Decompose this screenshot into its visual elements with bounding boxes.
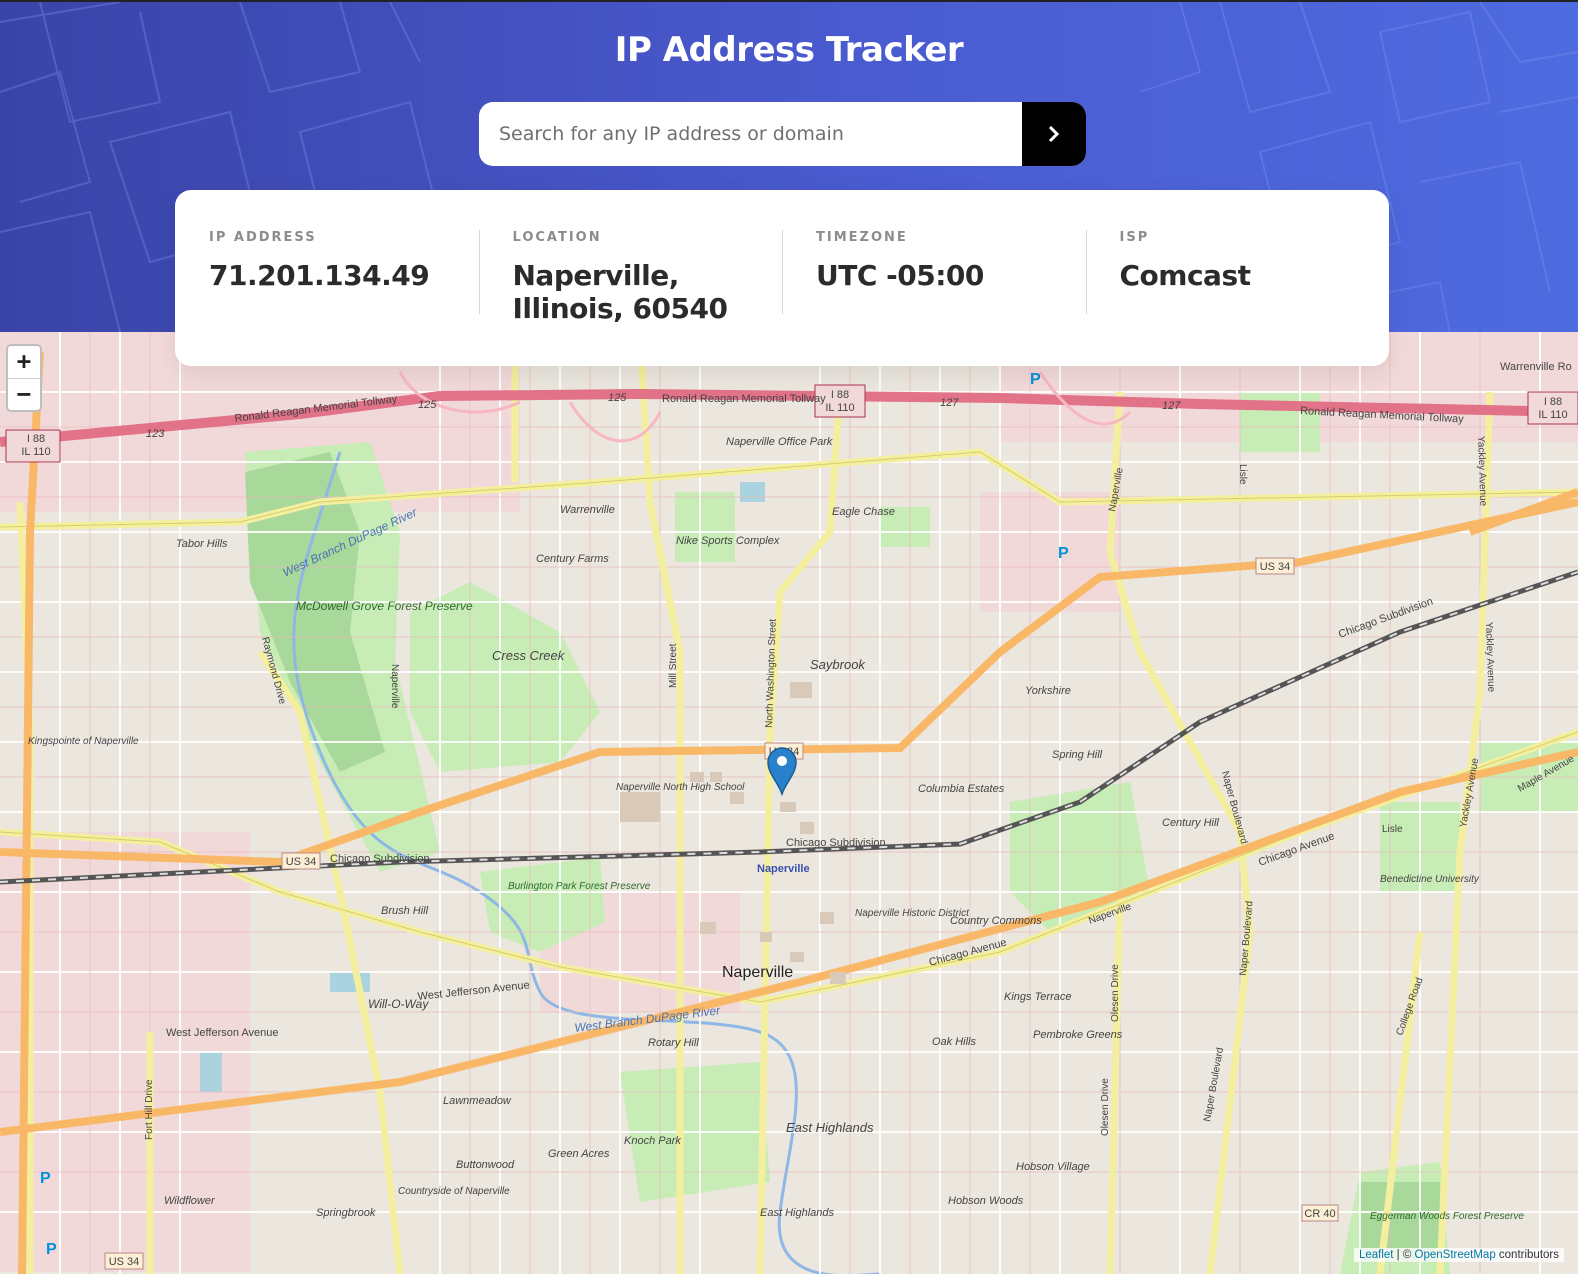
shield-cr40: CR 40 <box>1304 1208 1335 1220</box>
map-attribution: Leaflet | © OpenStreetMap contributors <box>1353 1248 1564 1262</box>
chevron-right-icon <box>1048 125 1060 143</box>
parking-icon: P <box>46 1241 57 1258</box>
label-naperville-road: Naperville <box>389 664 400 709</box>
label-yorkshire: Yorkshire <box>1025 685 1071 697</box>
map-view[interactable]: I 88 IL 110 I 88 IL 110 I 88 IL 110 US 3… <box>0 332 1578 1274</box>
label-lawnmeadow: Lawnmeadow <box>443 1095 512 1107</box>
parking-icon: P <box>1030 371 1041 388</box>
label-exit-127a: 127 <box>940 397 959 409</box>
openstreetmap-link[interactable]: OpenStreetMap <box>1415 1249 1496 1261</box>
label-century-farms: Century Farms <box>536 553 609 565</box>
zoom-control: + − <box>6 344 42 412</box>
label-lisle-north: Lisle <box>1237 464 1248 485</box>
label-brush-hill: Brush Hill <box>381 905 429 917</box>
search-input[interactable] <box>479 102 1022 166</box>
label-cress-creek: Cress Creek <box>492 648 566 663</box>
attribution-tail: contributors <box>1495 1249 1559 1261</box>
timezone-section: TIMEZONE UTC -05:00 <box>782 230 1086 366</box>
label-east-highlands: East Highlands <box>786 1120 874 1135</box>
label-eagle-chase: Eagle Chase <box>832 506 895 518</box>
label-country-commons: Country Commons <box>950 915 1042 927</box>
ip-address-value: 71.201.134.49 <box>209 259 430 292</box>
search-bar <box>479 102 1086 166</box>
shield-il110-center: IL 110 <box>825 402 854 414</box>
label-will-o-way: Will-O-Way <box>368 997 429 1011</box>
label-hobson-village: Hobson Village <box>1016 1161 1090 1173</box>
ip-info-card: IP ADDRESS 71.201.134.49 LOCATION Naperv… <box>175 190 1389 366</box>
label-mill-street: Mill Street <box>668 643 679 688</box>
location-label: LOCATION <box>512 230 602 245</box>
label-rotary-hill: Rotary Hill <box>648 1037 699 1049</box>
label-pembroke: Pembroke Greens <box>1033 1029 1123 1041</box>
leaflet-link[interactable]: Leaflet <box>1359 1249 1394 1261</box>
shield-us34-south: US 34 <box>109 1256 140 1268</box>
label-tollway-center: Ronald Reagan Memorial Tollway <box>662 393 826 405</box>
attribution-separator: | © <box>1393 1249 1415 1261</box>
label-countryside: Countryside of Naperville <box>398 1186 510 1197</box>
label-springbrook: Springbrook <box>316 1207 376 1219</box>
location-city: Naperville, <box>512 259 680 292</box>
label-buttonwood: Buttonwood <box>456 1159 515 1171</box>
label-warrenville-road: Warrenville Ro <box>1500 361 1572 373</box>
shield-us34-west: US 34 <box>286 856 317 868</box>
label-lisle: Lisle <box>1382 824 1403 835</box>
shield-i88-center: I 88 <box>831 389 849 401</box>
label-east-highlands-south: East Highlands <box>760 1207 834 1219</box>
label-century-hill: Century Hill <box>1162 817 1219 829</box>
label-oak-hills: Oak Hills <box>932 1036 977 1048</box>
label-burlington: Burlington Park Forest Preserve <box>508 881 651 892</box>
page-title: IP Address Tracker <box>614 30 964 70</box>
label-mcdowell: McDowell Grove Forest Preserve <box>296 599 473 613</box>
ip-address-section: IP ADDRESS 71.201.134.49 <box>175 230 479 366</box>
label-green-acres: Green Acres <box>548 1148 610 1160</box>
isp-label: ISP <box>1119 230 1150 245</box>
timezone-label: TIMEZONE <box>816 230 908 245</box>
label-office-park: Naperville Office Park <box>726 436 833 448</box>
ip-address-label: IP ADDRESS <box>209 230 317 245</box>
label-benedictine: Benedictine University <box>1380 874 1480 885</box>
location-value: Naperville, Illinois, 60540 <box>513 259 749 325</box>
parking-icon: P <box>40 1170 51 1187</box>
label-warrenville: Warrenville <box>560 504 615 516</box>
label-olesen-north: Olesen Drive <box>1110 964 1121 1022</box>
label-kings-terrace: Kings Terrace <box>1004 991 1071 1003</box>
label-exit-127b: 127 <box>1162 400 1181 412</box>
label-eggerman: Eggerman Woods Forest Preserve <box>1370 1211 1524 1222</box>
label-columbia-estates: Columbia Estates <box>918 783 1005 795</box>
map-tiles: I 88 IL 110 I 88 IL 110 I 88 IL 110 US 3… <box>0 332 1578 1274</box>
label-fort-hill: Fort Hill Drive <box>144 1079 155 1140</box>
label-exit-125a: 125 <box>418 399 437 411</box>
label-nike-sports: Nike Sports Complex <box>676 535 780 547</box>
shield-i88-east: I 88 <box>1544 396 1562 408</box>
label-saybrook: Saybrook <box>810 657 866 672</box>
shield-il110-west: IL 110 <box>21 446 50 458</box>
label-kingspointe: Kingspointe of Naperville <box>28 736 139 747</box>
shield-i88-west: I 88 <box>27 433 45 445</box>
label-knoch-park: Knoch Park <box>624 1135 681 1147</box>
isp-value: Comcast <box>1119 259 1252 292</box>
isp-section: ISP Comcast <box>1085 230 1390 366</box>
label-exit-125b: 125 <box>608 392 627 404</box>
label-spring-hill: Spring Hill <box>1052 749 1103 761</box>
shield-us34-east: US 34 <box>1260 561 1291 573</box>
label-west-jefferson-west: West Jefferson Avenue <box>166 1027 279 1039</box>
label-olesen-south: Olesen Drive <box>1100 1078 1111 1136</box>
timezone-value: UTC -05:00 <box>816 259 984 292</box>
label-hobson-woods: Hobson Woods <box>948 1195 1024 1207</box>
label-chicago-subdivision-center: Chicago Subdivision <box>786 837 886 849</box>
location-region: Illinois, 60540 <box>512 292 728 325</box>
label-chicago-subdivision-west: Chicago Subdivision <box>330 853 430 865</box>
label-naperville-station: Naperville <box>757 863 810 875</box>
location-section: LOCATION Naperville, Illinois, 60540 <box>478 230 783 366</box>
zoom-in-button[interactable]: + <box>8 346 40 378</box>
label-naperville-north: Naperville North High School <box>616 782 745 793</box>
label-wildflower: Wildflower <box>164 1195 216 1207</box>
zoom-out-button[interactable]: − <box>8 378 40 410</box>
label-naperville-city: Naperville <box>722 964 793 981</box>
label-exit-123: 123 <box>146 428 165 440</box>
shield-il110-east: IL 110 <box>1538 409 1567 421</box>
search-submit-button[interactable] <box>1022 102 1086 166</box>
label-tabor-hills: Tabor Hills <box>176 538 228 550</box>
parking-icon: P <box>1058 545 1069 562</box>
